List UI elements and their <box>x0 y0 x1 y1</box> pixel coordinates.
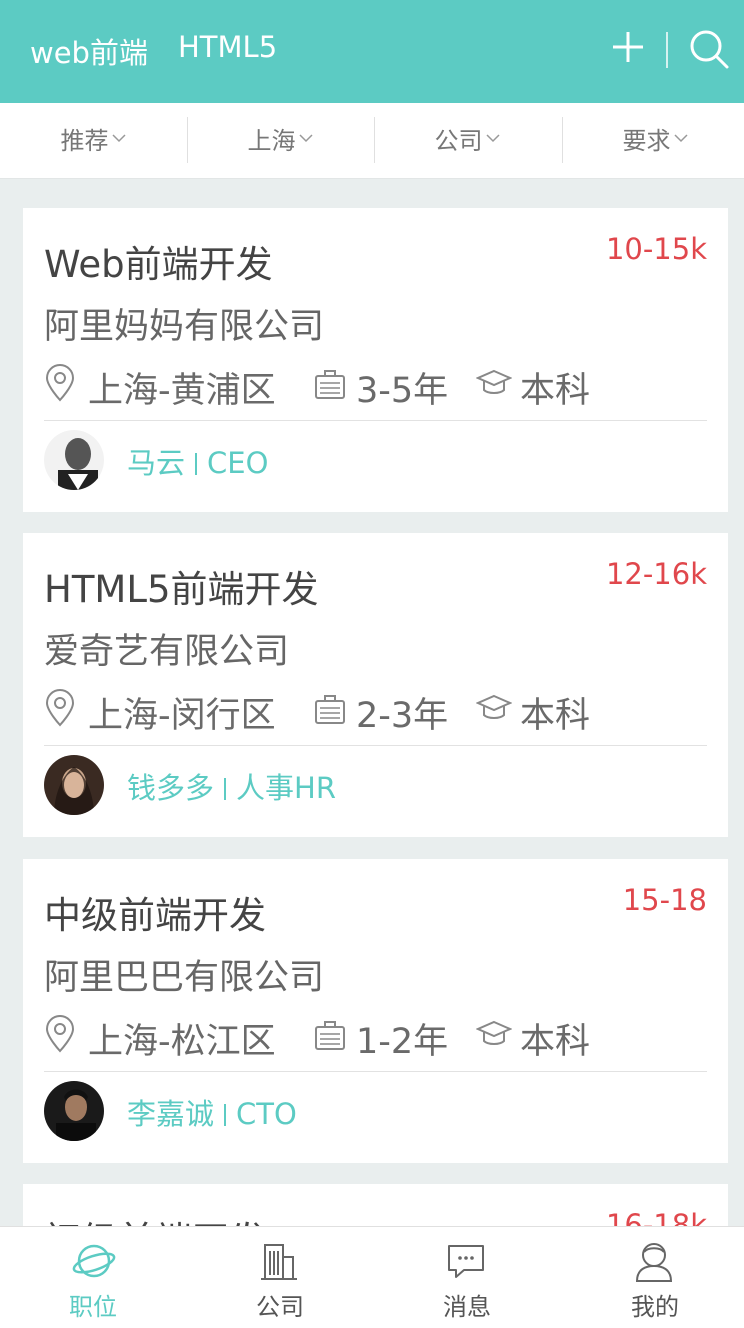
avatar[interactable] <box>44 1081 104 1141</box>
job-card[interactable]: HTML5前端开发 12-16k 爱奇艺有限公司 上海-闵行区 2-3年 本科 … <box>23 533 728 837</box>
header-title-right[interactable]: HTML5 <box>178 30 277 64</box>
top-bar: web前端 HTML5 <box>0 0 744 103</box>
filter-city[interactable]: 上海 <box>187 103 373 179</box>
filter-company[interactable]: 公司 <box>374 103 560 179</box>
tab-label: 职位 <box>69 1293 117 1321</box>
contact-person[interactable]: 李嘉诚 CTO <box>127 1091 297 1133</box>
location-pin-icon <box>45 364 75 402</box>
filter-label: 推荐 <box>60 127 109 155</box>
job-location: 上海-黄浦区 <box>88 371 276 411</box>
chevron-down-icon <box>111 134 126 143</box>
job-title: HTML5前端开发 <box>44 568 319 611</box>
job-experience: 2-3年 <box>356 696 449 736</box>
tab-me[interactable]: 我的 <box>562 1227 744 1328</box>
chevron-down-icon <box>298 134 313 143</box>
job-education: 本科 <box>520 371 591 411</box>
contact-name: 李嘉诚 <box>127 1097 215 1131</box>
tab-messages[interactable]: 消息 <box>374 1227 560 1328</box>
location-pin-icon <box>45 689 75 727</box>
filter-label: 公司 <box>434 127 483 155</box>
job-title: 中级前端开发 <box>44 894 266 937</box>
briefcase-icon <box>315 695 345 724</box>
filter-recommend[interactable]: 推荐 <box>0 103 186 179</box>
job-education: 本科 <box>520 1022 591 1062</box>
job-title: Web前端开发 <box>44 243 273 286</box>
header-title-left[interactable]: web前端 <box>30 30 148 72</box>
contact-person[interactable]: 马云 CEO <box>127 440 268 482</box>
graduation-cap-icon <box>476 369 512 394</box>
bottom-tab-bar: 职位 公司 消息 我的 <box>0 1226 744 1328</box>
planet-icon <box>72 1244 116 1278</box>
tab-label: 公司 <box>256 1293 304 1321</box>
company-name: 阿里妈妈有限公司 <box>44 307 325 347</box>
header-divider <box>666 32 668 68</box>
job-card[interactable]: 中级前端开发 15-18 阿里巴巴有限公司 上海-松江区 1-2年 本科 李嘉诚… <box>23 859 728 1163</box>
job-salary: 12-16k <box>605 557 707 591</box>
user-icon <box>635 1243 673 1282</box>
card-divider <box>44 745 707 746</box>
contact-role: CTO <box>236 1097 297 1131</box>
contact-separator <box>224 1104 227 1126</box>
job-location: 上海-松江区 <box>88 1022 276 1062</box>
job-location: 上海-闵行区 <box>88 696 276 736</box>
contact-name: 钱多多 <box>127 771 215 805</box>
company-name: 爱奇艺有限公司 <box>44 632 290 672</box>
chevron-down-icon <box>673 134 688 143</box>
tab-label: 消息 <box>443 1293 491 1321</box>
job-salary: 15-18 <box>622 883 707 917</box>
job-card[interactable]: Web前端开发 10-15k 阿里妈妈有限公司 上海-黄浦区 3-5年 本科 马… <box>23 208 728 512</box>
graduation-cap-icon <box>476 1020 512 1045</box>
tab-label: 我的 <box>631 1293 679 1321</box>
card-divider <box>44 420 707 421</box>
briefcase-icon <box>315 370 345 399</box>
avatar[interactable] <box>44 430 104 490</box>
job-education: 本科 <box>520 696 591 736</box>
avatar-image <box>44 1081 104 1141</box>
contact-separator <box>224 778 227 800</box>
plus-icon[interactable] <box>611 30 645 64</box>
chat-icon <box>448 1245 484 1278</box>
filter-requirements[interactable]: 要求 <box>562 103 744 179</box>
filter-bar: 推荐 上海 公司 要求 <box>0 103 744 179</box>
avatar[interactable] <box>44 755 104 815</box>
briefcase-icon <box>315 1021 345 1050</box>
tab-company[interactable]: 公司 <box>187 1227 373 1328</box>
company-name: 阿里巴巴有限公司 <box>44 958 325 998</box>
building-icon <box>261 1244 297 1280</box>
location-pin-icon <box>45 1015 75 1053</box>
avatar-image <box>44 755 104 815</box>
filter-label: 上海 <box>247 127 296 155</box>
search-icon[interactable] <box>688 28 730 70</box>
contact-person[interactable]: 钱多多 人事HR <box>127 765 336 807</box>
contact-role: CEO <box>207 446 269 480</box>
job-experience: 3-5年 <box>356 371 449 411</box>
card-divider <box>44 1071 707 1072</box>
job-experience: 1-2年 <box>356 1022 449 1062</box>
avatar-image <box>44 430 104 490</box>
graduation-cap-icon <box>476 694 512 719</box>
tab-jobs[interactable]: 职位 <box>0 1227 186 1328</box>
filter-label: 要求 <box>622 127 671 155</box>
job-salary: 10-15k <box>605 232 707 266</box>
contact-role: 人事HR <box>236 771 336 805</box>
contact-separator <box>195 453 198 475</box>
chevron-down-icon <box>485 134 500 143</box>
contact-name: 马云 <box>127 446 186 480</box>
